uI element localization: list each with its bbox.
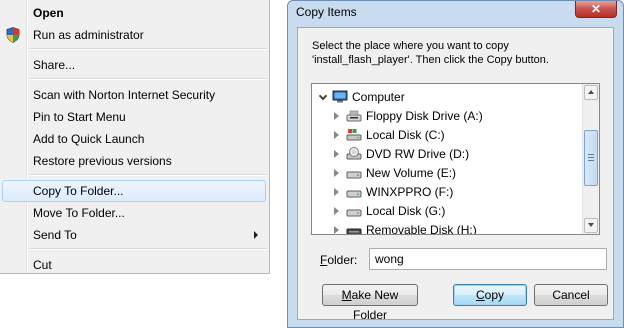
scroll-down-arrow-icon	[588, 223, 594, 227]
menu-item-label: Pin to Start Menu	[33, 110, 126, 124]
menu-item-pin-to-start[interactable]: Pin to Start Menu	[2, 107, 266, 127]
hard-disk-icon	[346, 171, 362, 179]
menu-item-move-to-folder[interactable]: Move To Folder...	[2, 203, 266, 223]
menu-item-share[interactable]: Share...	[2, 55, 266, 75]
expand-arrow-icon[interactable]	[334, 226, 339, 234]
tree-node-label: DVD RW Drive (D:)	[366, 147, 470, 161]
menu-item-cut[interactable]: Cut	[2, 255, 266, 275]
menu-item-label: Scan with Norton Internet Security	[33, 88, 216, 102]
menu-item-send-to[interactable]: Send To	[2, 225, 266, 245]
dialog-title: Copy Items	[296, 5, 357, 19]
expand-chevron-icon[interactable]	[318, 91, 328, 101]
expand-arrow-icon[interactable]	[334, 169, 339, 177]
dialog-body: Select the place where you want to copy …	[297, 27, 614, 322]
tree-node-label: Removable Disk (H:)	[366, 223, 477, 235]
menu-item-label: Run as administrator	[33, 28, 144, 42]
menu-item-label: Add to Quick Launch	[33, 132, 145, 146]
scroll-down-button[interactable]	[584, 218, 598, 233]
folder-name-input[interactable]: wong	[369, 248, 607, 270]
expand-arrow-icon[interactable]	[334, 150, 339, 158]
scroll-thumb[interactable]	[584, 130, 598, 186]
menu-item-label: Move To Folder...	[33, 206, 125, 220]
floppy-drive-icon	[346, 110, 362, 122]
tree-node-label: Computer	[352, 90, 405, 104]
computer-icon	[332, 90, 348, 103]
expand-arrow-icon[interactable]	[334, 188, 339, 196]
tree-node-label: Local Disk (C:)	[366, 128, 445, 142]
menu-item-restore-previous-versions[interactable]: Restore previous versions	[2, 151, 266, 171]
copy-button[interactable]: Copy	[453, 284, 527, 306]
menu-item-label: Copy To Folder...	[33, 184, 124, 198]
copy-items-dialog: Copy Items ✕ Select the place where you …	[287, 0, 624, 328]
close-icon: ✕	[590, 2, 602, 16]
menu-item-label: Restore previous versions	[33, 154, 172, 168]
expand-arrow-icon[interactable]	[334, 207, 339, 215]
system-disk-icon	[346, 129, 362, 141]
scroll-up-arrow-icon	[588, 90, 594, 94]
menu-separator	[29, 174, 266, 176]
tree-node-label: Local Disk (G:)	[366, 204, 446, 218]
tree-node-label: WINXPPRO (F:)	[366, 185, 454, 199]
cancel-button[interactable]: Cancel	[534, 284, 608, 306]
tree-node-label: New Volume (E:)	[366, 166, 457, 180]
menu-item-label: Cut	[33, 258, 52, 272]
tree-node-label: Floppy Disk Drive (A:)	[366, 109, 483, 123]
scroll-up-button[interactable]	[584, 85, 598, 100]
folder-label: Folder:	[320, 253, 358, 267]
submenu-arrow-icon	[254, 231, 258, 239]
menu-item-scan-norton[interactable]: Scan with Norton Internet Security	[2, 85, 266, 105]
menu-separator	[29, 248, 266, 250]
menu-item-copy-to-folder[interactable]: Copy To Folder...	[2, 180, 266, 202]
menu-item-run-as-administrator[interactable]: Run as administrator	[2, 25, 266, 45]
hard-disk-icon	[346, 190, 362, 198]
menu-item-label: Send To	[33, 228, 77, 242]
close-button[interactable]: ✕	[575, 1, 617, 18]
menu-item-label: Open	[33, 6, 64, 20]
instruction-text: Select the place where you want to copy …	[312, 40, 549, 66]
context-menu: Open Run as administrator Share... Scan …	[0, 0, 270, 274]
menu-item-label: Share...	[33, 58, 76, 72]
tree-scrollbar[interactable]	[582, 84, 599, 234]
dvd-drive-icon	[346, 147, 362, 160]
grip-icon	[588, 154, 594, 161]
expand-arrow-icon[interactable]	[334, 112, 339, 120]
menu-item-open[interactable]: Open	[2, 3, 266, 23]
uac-shield-icon	[6, 27, 20, 43]
menu-item-add-quick-launch[interactable]: Add to Quick Launch	[2, 129, 266, 149]
expand-arrow-icon[interactable]	[334, 131, 339, 139]
menu-separator	[29, 48, 266, 50]
removable-disk-icon	[346, 228, 362, 234]
hard-disk-icon	[346, 209, 362, 217]
make-new-folder-button[interactable]: Make New Folder	[322, 284, 418, 322]
folder-tree[interactable]: Computer Floppy Disk Drive (A:) Local Di…	[311, 83, 600, 235]
menu-separator	[29, 78, 266, 80]
